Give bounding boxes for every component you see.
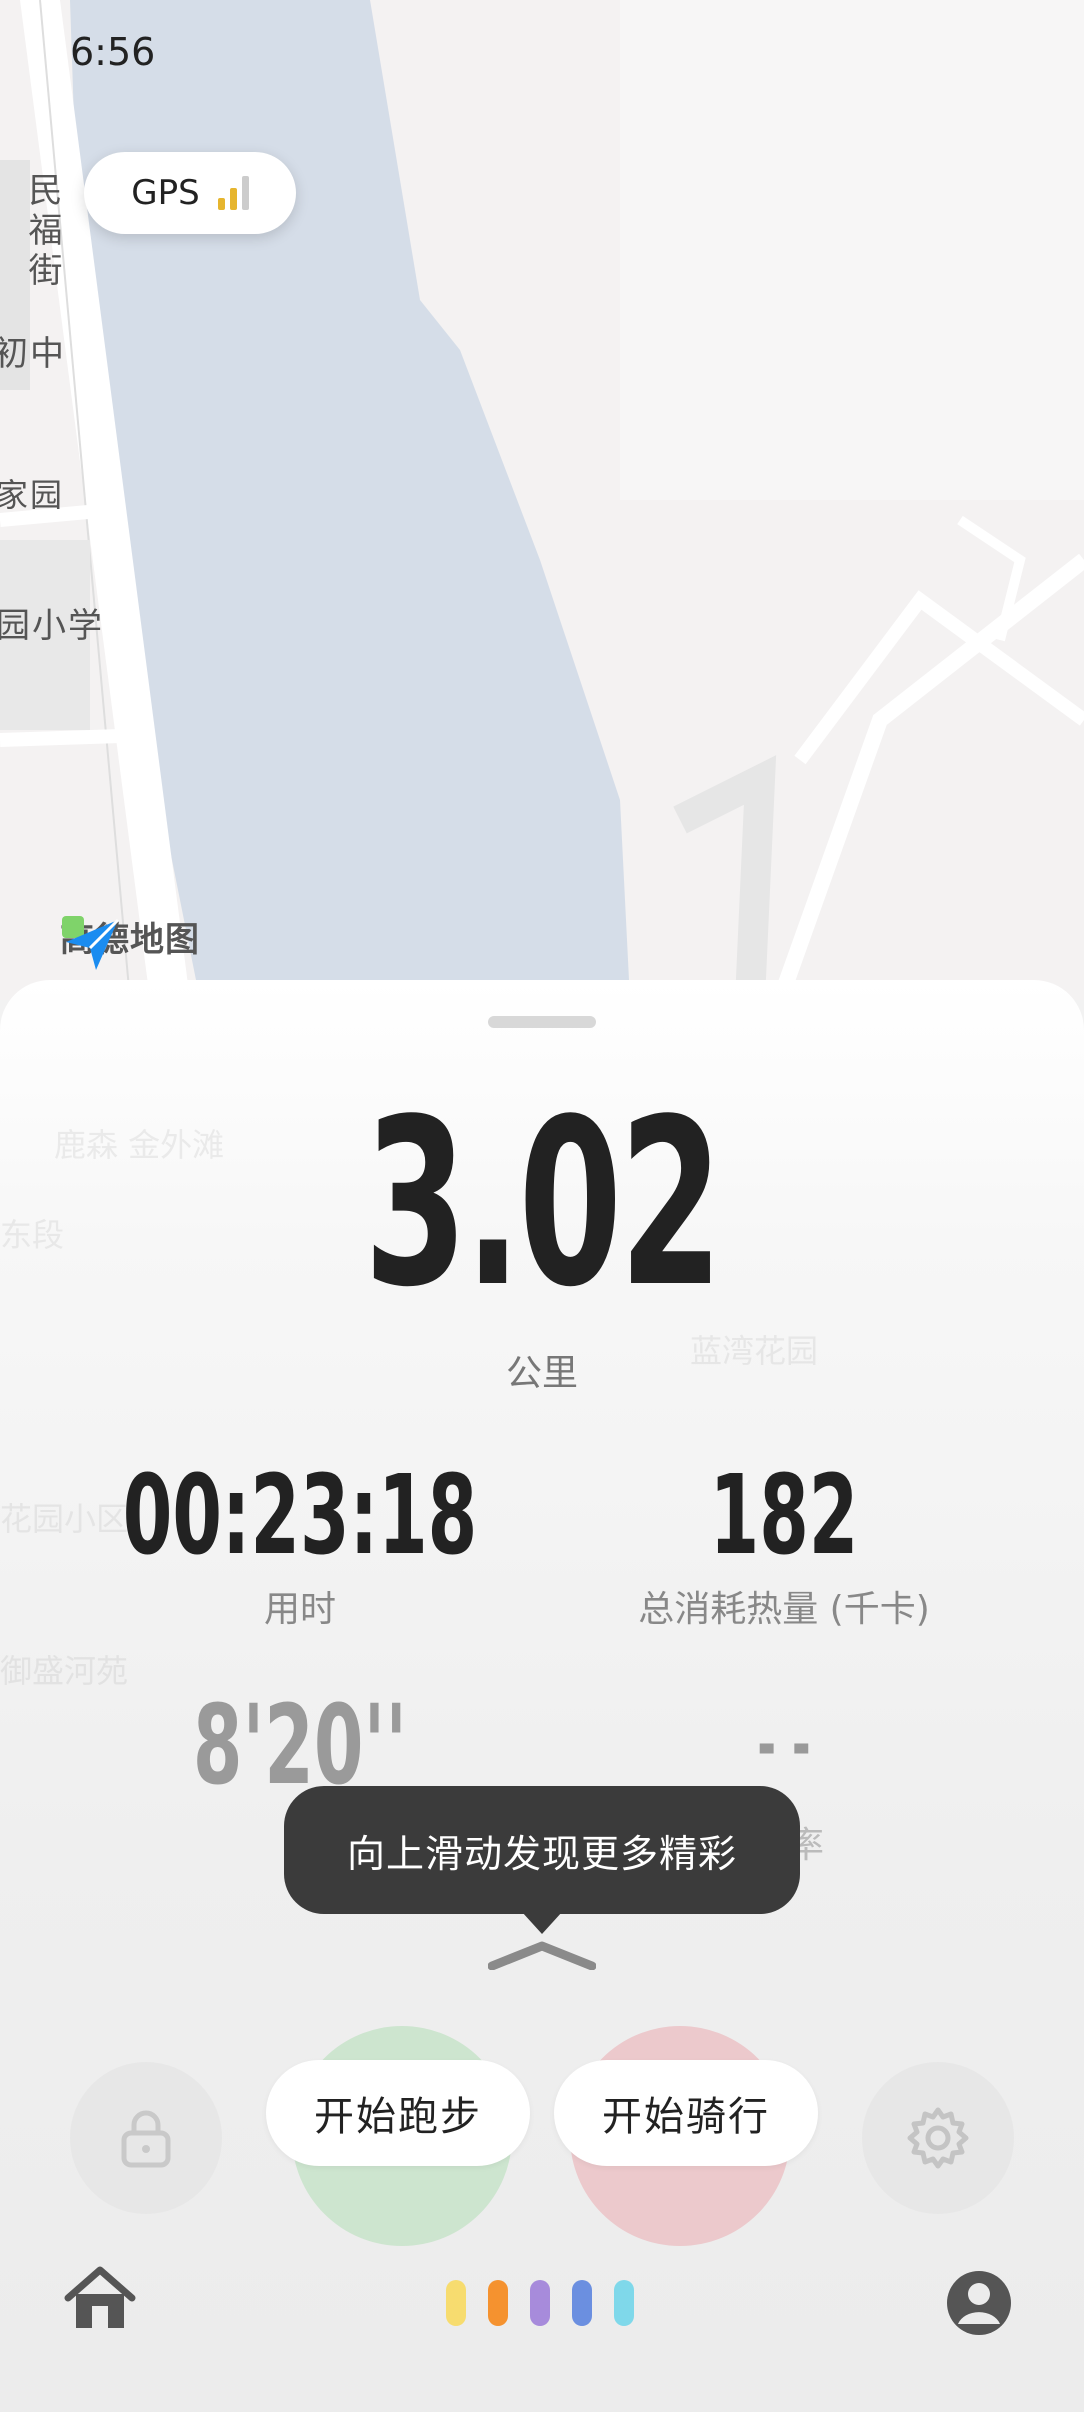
calories-value: 182 [709, 1451, 859, 1579]
page-dot [614, 2280, 634, 2326]
distance-unit: 公里 [505, 1353, 578, 1394]
start-run-button[interactable]: 开始跑步 [266, 2060, 530, 2166]
lock-icon [121, 2110, 171, 2168]
settings-button[interactable] [862, 2062, 1014, 2214]
map-view[interactable]: 6:56 民福街 初中 家园 园小学 GPS 高德地图 [0, 0, 1084, 1000]
page-dot [572, 2280, 592, 2326]
start-ride-button[interactable]: 开始骑行 [554, 2060, 818, 2166]
map-label-primary-school: 园小学 [0, 606, 104, 646]
swipe-hint-tooltip: 向上滑动发现更多精彩 [284, 1786, 800, 1914]
background-map-label: 御盛河苑 [0, 1652, 129, 1690]
gear-icon [907, 2107, 969, 2169]
tooltip-arrow [522, 1912, 562, 1934]
page-dot [488, 2280, 508, 2326]
sheet-drag-handle[interactable] [488, 1016, 596, 1028]
distance-value: 3.02 [363, 1071, 723, 1338]
map-label-garden: 家园 [0, 476, 65, 514]
gps-signal-icon [217, 176, 249, 210]
pace-value: 8'20'' [192, 1681, 408, 1809]
page-dot [530, 2280, 550, 2326]
calories-label: 总消耗热量 (千卡) [638, 1589, 930, 1630]
duration-value: 00:23:18 [122, 1451, 478, 1579]
background-map-label: 鹿森 金外滩 [54, 1126, 225, 1164]
workout-sheet[interactable]: 鹿森 金外滩 东段 蓝湾花园 花园小区 御盛河苑 3.02 公里 00:23:1… [0, 980, 1084, 2412]
gps-label: GPS [131, 173, 200, 213]
page-indicator [446, 2280, 634, 2326]
amap-logo-icon [62, 916, 120, 970]
duration-label: 用时 [263, 1589, 336, 1630]
chevron-up-icon[interactable] [488, 1940, 596, 1970]
map-label-school: 初中 [0, 334, 66, 374]
background-map-label: 东段 [0, 1216, 65, 1254]
person-icon[interactable] [946, 2270, 1012, 2336]
page-dot [446, 2280, 466, 2326]
gps-indicator: GPS [84, 152, 296, 234]
map-canvas [0, 0, 1084, 1000]
heart-rate-value: - - [757, 1704, 811, 1786]
home-icon[interactable] [64, 2266, 136, 2332]
map-provider-logo: 高德地图 [60, 912, 200, 970]
status-time: 6:56 [70, 30, 156, 74]
background-map-label: 花园小区 [0, 1500, 129, 1538]
map-label-street: 民福街 [22, 172, 62, 292]
lock-button[interactable] [70, 2062, 222, 2214]
